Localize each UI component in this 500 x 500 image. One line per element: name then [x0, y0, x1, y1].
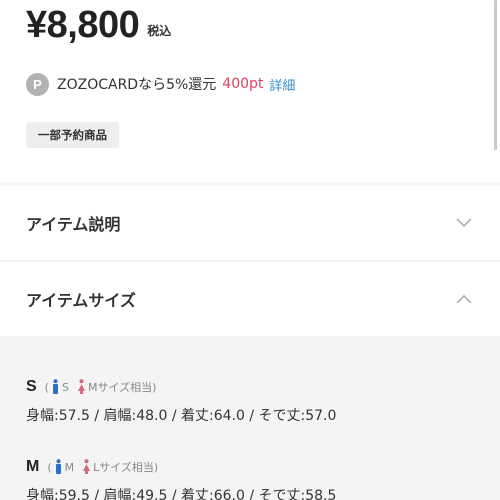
size-row-s: S ( S Mサイズ相当) 身幅:57.5 / 肩幅:48.0 / 着丈:64.… [26, 378, 336, 425]
size-note-paren: ( [47, 460, 52, 474]
size-measurements: 身幅:57.5 / 肩幅:48.0 / 着丈:64.0 / そで丈:57.0 [26, 408, 337, 424]
points-details-link[interactable]: 詳細 [269, 75, 295, 94]
points-value: 400pt [222, 76, 264, 92]
male-icon [52, 379, 58, 394]
male-size: M [64, 460, 75, 474]
size-table-panel: S ( S Mサイズ相当) 身幅:57.5 / 肩幅:48.0 / 着丈:64.… [0, 336, 500, 500]
female-size: Lサイズ相当) [93, 461, 159, 474]
female-size: Mサイズ相当) [87, 381, 157, 394]
size-label: M [26, 458, 40, 475]
price-section: ¥8,800 税込 [26, 4, 171, 46]
price-amount: ¥8,800 [26, 4, 140, 46]
size-equivalent-note: ( S Mサイズ相当) [44, 379, 157, 395]
female-icon [83, 459, 91, 474]
female-icon [77, 379, 85, 394]
item-description-title: アイテム説明 [26, 215, 121, 234]
chevron-up-icon [456, 294, 472, 304]
chevron-down-icon [456, 218, 472, 228]
point-badge-icon: P [26, 72, 49, 96]
size-label: S [26, 378, 37, 395]
tax-label: 税込 [147, 24, 172, 38]
male-size: S [61, 380, 69, 394]
size-equivalent-note: ( M Lサイズ相当) [47, 459, 158, 475]
preorder-tag: 一部予約商品 [26, 122, 119, 148]
male-icon [55, 459, 61, 474]
item-size-accordion[interactable]: アイテムサイズ [0, 262, 500, 336]
page-scrollbar[interactable] [494, 0, 497, 150]
size-note-paren: ( [44, 380, 49, 394]
points-row: P ZOZOCARDなら5%還元 400pt 詳細 [26, 72, 295, 96]
points-text: ZOZOCARDなら5%還元 [57, 77, 217, 93]
item-size-title: アイテムサイズ [26, 291, 136, 310]
size-row-m: M ( M Lサイズ相当) 身幅:59.5 / 肩幅:49.5 / 着丈:66.… [26, 458, 336, 500]
item-description-accordion[interactable]: アイテム説明 [0, 186, 500, 260]
size-measurements: 身幅:59.5 / 肩幅:49.5 / 着丈:66.0 / そで丈:58.5 [26, 488, 337, 500]
